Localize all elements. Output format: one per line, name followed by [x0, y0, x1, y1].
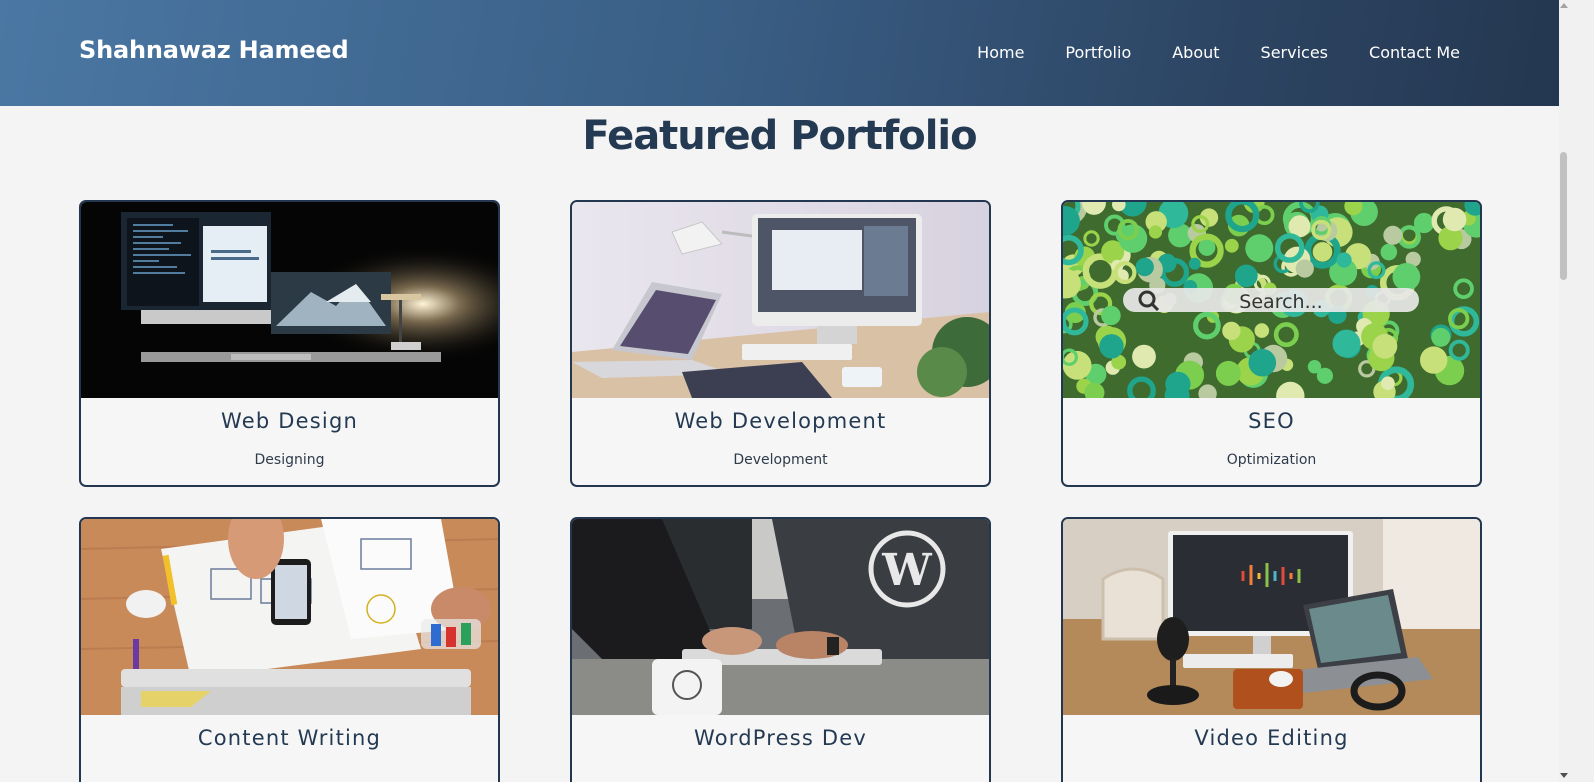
scroll-down-arrow-icon[interactable]	[1560, 773, 1568, 778]
page: Shahnawaz Hameed Home Portfolio About Se…	[0, 0, 1559, 782]
site-header: Shahnawaz Hameed Home Portfolio About Se…	[0, 0, 1559, 106]
scroll-up-arrow-icon[interactable]	[1560, 3, 1568, 8]
card-title: Content Writing	[197, 726, 382, 750]
nav-portfolio[interactable]: Portfolio	[1065, 43, 1131, 62]
portfolio-card-video-editing[interactable]: Video Editing	[1061, 517, 1482, 782]
card-title: Web Design	[221, 409, 358, 433]
card-title: Video Editing	[1194, 726, 1349, 750]
wordpress-shirt-typing-photo: W	[572, 519, 989, 715]
portfolio-card-seo[interactable]: Search... SEO Optimization	[1061, 200, 1482, 487]
bright-desk-imac-laptop-photo	[572, 202, 989, 398]
main-nav: Home Portfolio About Services Contact Me	[977, 43, 1460, 62]
page-scrollbar[interactable]	[1559, 0, 1594, 782]
nav-home[interactable]: Home	[977, 43, 1024, 62]
card-subtitle: Development	[733, 452, 828, 468]
card-subtitle: Designing	[254, 452, 325, 468]
portfolio-card-content-writing[interactable]: Content Writing	[79, 517, 500, 782]
scrollbar-thumb[interactable]	[1560, 152, 1567, 280]
card-title: SEO	[1248, 409, 1295, 433]
portfolio-card-web-development[interactable]: Web Development Development	[570, 200, 991, 487]
nav-about[interactable]: About	[1172, 43, 1219, 62]
green-beads-search-bar-photo: Search...	[1063, 202, 1480, 398]
nav-contact-me[interactable]: Contact Me	[1369, 43, 1460, 62]
site-brand[interactable]: Shahnawaz Hameed	[79, 36, 349, 64]
sketching-wireframes-desk-photo	[81, 519, 498, 715]
card-title: WordPress Dev	[693, 726, 868, 750]
svg-text:W: W	[881, 545, 932, 596]
card-subtitle: Optimization	[1226, 452, 1317, 468]
audio-video-workstation-photo	[1063, 519, 1480, 715]
scrollbar-track[interactable]	[1559, 0, 1594, 782]
section-title: Featured Portfolio	[582, 113, 977, 159]
search-bar-text: Search...	[1239, 291, 1322, 313]
card-title: Web Development	[674, 409, 887, 433]
portfolio-card-web-design[interactable]: Web Design Designing	[79, 200, 500, 487]
dark-desk-monitors-photo	[81, 202, 498, 398]
portfolio-card-wordpress-dev[interactable]: W WordPress Dev	[570, 517, 991, 782]
nav-services[interactable]: Services	[1261, 43, 1328, 62]
